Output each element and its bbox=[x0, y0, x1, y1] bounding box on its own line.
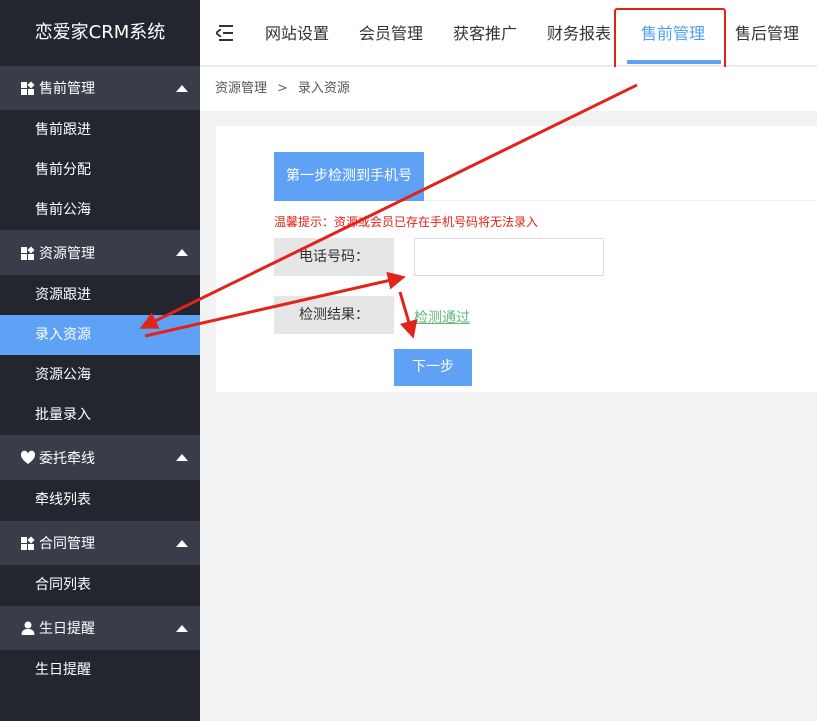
sidebar-group-label: 生日提醒 bbox=[39, 621, 95, 637]
squares-icon bbox=[20, 80, 36, 96]
caret-up-icon bbox=[176, 249, 188, 256]
check-result-value: 检测通过 bbox=[414, 310, 470, 326]
nav-customer-promotion[interactable]: 获客推广 bbox=[453, 0, 517, 66]
sidebar-item-presale-follow[interactable]: 售前跟进 bbox=[0, 110, 200, 150]
next-step-button[interactable]: 下一步 bbox=[394, 349, 472, 386]
nav-finance-reports[interactable]: 财务报表 bbox=[547, 0, 611, 66]
nav-member-management[interactable]: 会员管理 bbox=[359, 0, 423, 66]
caret-up-icon bbox=[176, 454, 188, 461]
nav-website-settings[interactable]: 网站设置 bbox=[265, 0, 329, 66]
sidebar: 恋爱家CRM系统 售前管理 售前跟进 售前分配 售前公海 资源管理 资源跟进 录… bbox=[0, 0, 200, 721]
caret-up-icon bbox=[176, 539, 188, 547]
warning-tip: 温馨提示：资源或会员已存在手机号码将无法录入 bbox=[274, 215, 539, 229]
phone-input[interactable] bbox=[414, 238, 604, 276]
annotation-highlight-box bbox=[614, 8, 726, 74]
caret-up-icon bbox=[176, 624, 188, 632]
sidebar-group-resource[interactable]: 资源管理 bbox=[0, 230, 200, 275]
sidebar-item-presale-pool[interactable]: 售前公海 bbox=[0, 190, 200, 230]
brand-title: 恋爱家CRM系统 bbox=[0, 0, 200, 66]
sidebar-item-birthday-remind[interactable]: 生日提醒 bbox=[0, 650, 200, 691]
sidebar-item-resource-pool[interactable]: 资源公海 bbox=[0, 355, 200, 395]
caret-up-icon bbox=[176, 84, 188, 92]
top-nav: 网站设置 会员管理 获客推广 财务报表 售前管理 售后管理 bbox=[200, 0, 817, 74]
sidebar-item-match-list[interactable]: 牵线列表 bbox=[0, 480, 200, 521]
sidebar-group-label: 委托牵线 bbox=[39, 450, 95, 467]
sidebar-item-resource-entry[interactable]: 录入资源 bbox=[0, 315, 200, 355]
step-divider bbox=[424, 200, 817, 201]
squares-icon bbox=[20, 535, 36, 551]
sidebar-group-label: 合同管理 bbox=[39, 536, 95, 552]
menu-collapse-icon[interactable] bbox=[216, 25, 234, 41]
sidebar-item-batch-entry[interactable]: 批量录入 bbox=[0, 395, 200, 435]
phone-label: 电话号码： bbox=[274, 238, 394, 276]
sidebar-group-label: 资源管理 bbox=[39, 245, 95, 262]
breadcrumb-item-entry: 录入资源 bbox=[297, 81, 350, 96]
sidebar-item-presale-assign[interactable]: 售前分配 bbox=[0, 150, 200, 190]
result-label: 检测结果： bbox=[274, 296, 394, 334]
breadcrumb-item-resource[interactable]: 资源管理 bbox=[215, 81, 267, 96]
sidebar-group-label: 售前管理 bbox=[39, 81, 95, 97]
sidebar-item-resource-follow[interactable]: 资源跟进 bbox=[0, 275, 200, 315]
step-one-tab[interactable]: 第一步检测到手机号 bbox=[274, 152, 424, 201]
user-icon bbox=[20, 620, 36, 636]
squares-icon bbox=[20, 245, 36, 261]
sidebar-group-contract[interactable]: 合同管理 bbox=[0, 521, 200, 565]
breadcrumb-separator: > bbox=[277, 81, 288, 96]
heart-icon bbox=[20, 450, 36, 466]
sidebar-group-presale[interactable]: 售前管理 bbox=[0, 66, 200, 110]
breadcrumb: 资源管理 > 录入资源 bbox=[200, 67, 817, 111]
sidebar-group-birthday[interactable]: 生日提醒 bbox=[0, 606, 200, 650]
sidebar-item-contract-list[interactable]: 合同列表 bbox=[0, 565, 200, 606]
resource-entry-form: 第一步检测到手机号 温馨提示：资源或会员已存在手机号码将无法录入 电话号码： 检… bbox=[216, 126, 817, 392]
sidebar-group-matchmaking[interactable]: 委托牵线 bbox=[0, 435, 200, 480]
nav-aftersale-management[interactable]: 售后管理 bbox=[735, 0, 799, 66]
